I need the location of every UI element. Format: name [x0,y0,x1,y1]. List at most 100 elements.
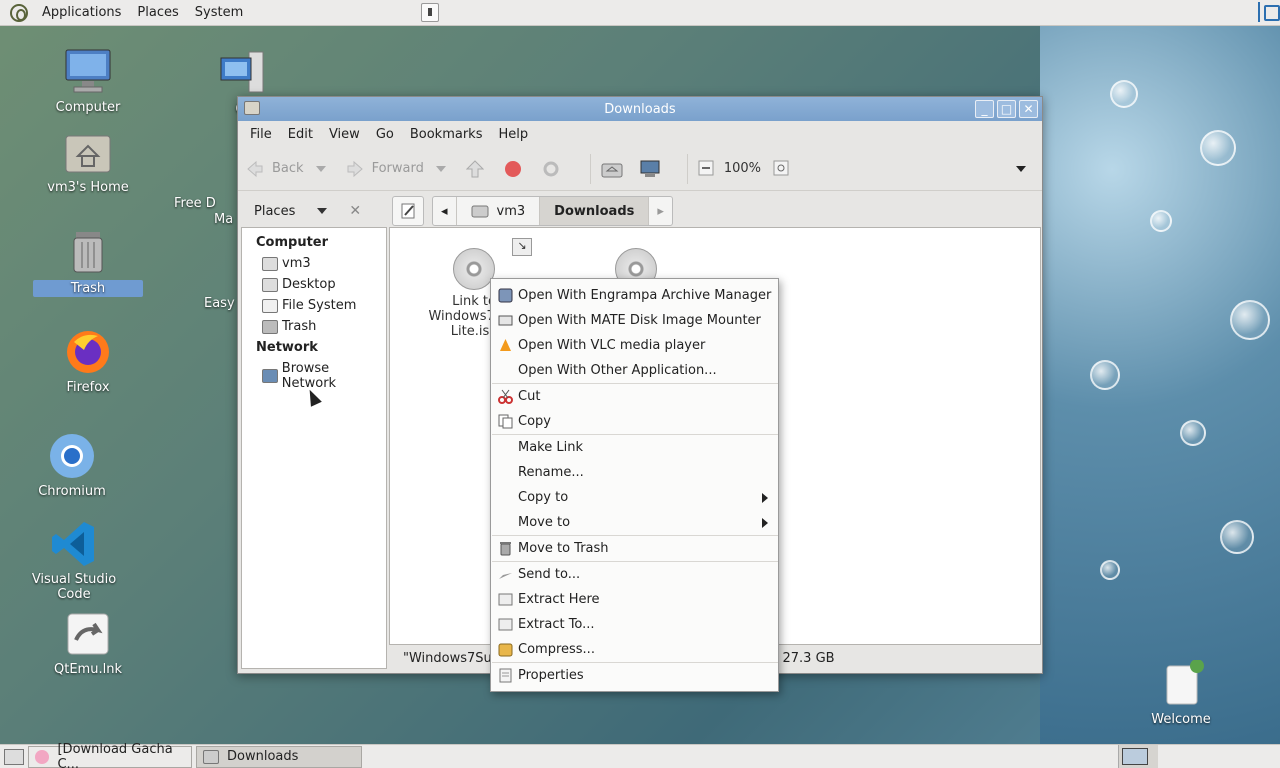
forward-button[interactable]: Forward [346,160,424,178]
welcome-icon [1157,659,1205,708]
show-desktop-icon[interactable] [4,748,24,765]
menu-item-copy-to[interactable]: Copy to [491,485,778,510]
computer-button[interactable] [639,160,665,178]
back-history-dropdown[interactable] [315,165,326,172]
properties-icon [498,668,513,683]
home-button[interactable] [601,160,627,178]
minimize-button[interactable]: _ [975,100,994,118]
menu-item-copy[interactable]: Copy [491,409,778,434]
menu-item-label: Rename... [518,465,584,480]
menu-item-open-vlc[interactable]: Open With VLC media player [491,333,778,358]
chevron-down-icon [317,208,328,214]
menu-item-rename[interactable]: Rename... [491,460,778,485]
sidebar-item-trash[interactable]: Trash [242,316,386,337]
wallpaper-bubble [1200,130,1236,166]
stop-button[interactable] [504,160,530,178]
sidebar-places-selector[interactable]: Places ✕ [238,203,386,219]
desktop-icon-home[interactable]: vm3's Home [33,128,143,195]
breadcrumb-right-arrow[interactable]: ▸ [649,197,672,225]
menu-item-properties[interactable]: Properties [491,663,778,688]
up-button[interactable] [465,159,492,178]
sidebar-item-desktop[interactable]: Desktop [242,274,386,295]
window-titlebar[interactable]: Downloads _ □ ✕ [238,97,1042,121]
mate-logo-icon[interactable] [10,3,28,22]
taskbar-item-browser[interactable]: [Download Gacha C... [28,742,192,768]
menu-item-extract-to[interactable]: Extract To... [491,612,778,637]
menu-item-label: Open With VLC media player [518,338,706,353]
chromium-icon [48,432,96,480]
home-folder-icon [262,256,278,271]
network-icon [262,369,278,383]
home-icon [601,160,623,178]
menu-view[interactable]: View [321,127,368,142]
desktop-icon-computer[interactable]: Computer [33,48,143,115]
back-button[interactable]: Back [246,160,304,178]
breadcrumb-left-arrow[interactable]: ◂ [433,197,457,225]
zoom-level: 100% [723,161,762,176]
menu-item-cut[interactable]: Cut [491,384,778,409]
zoom-out-button[interactable]: 100% [698,160,761,178]
desktop-icon-free-d[interactable]: Free D [174,196,236,211]
reload-button[interactable] [542,160,568,178]
menu-item-open-disk-mounter[interactable]: Open With MATE Disk Image Mounter [491,308,778,333]
menu-item-label: Open With Engrampa Archive Manager [518,288,772,303]
maximize-button[interactable]: □ [997,100,1016,118]
desktop-icon-welcome[interactable]: Welcome [1126,659,1236,727]
menu-edit[interactable]: Edit [280,127,321,142]
menu-help[interactable]: Help [490,127,536,142]
desktop-icon-easy[interactable]: Easy [204,296,236,311]
menu-item-label: Open With MATE Disk Image Mounter [518,313,761,328]
sidebar-item-vm3[interactable]: vm3 [242,253,386,274]
close-button[interactable]: ✕ [1019,100,1038,118]
menu-item-open-engrampa[interactable]: Open With Engrampa Archive Manager [491,283,778,308]
zoom-in-button[interactable] [773,160,799,178]
close-sidebar-icon[interactable]: ✕ [349,203,361,219]
breadcrumb-downloads[interactable]: Downloads [540,197,650,225]
show-desktop-icon[interactable] [1258,2,1280,22]
toolbar-separator [686,153,688,184]
firefox-icon [64,328,112,376]
menu-item-make-link[interactable]: Make Link [491,435,778,460]
sidebar-item-file-system[interactable]: File System [242,295,386,316]
places-sidebar: Computer vm3 Desktop File System Trash N… [241,227,387,669]
menu-item-label: Properties [518,668,584,683]
menu-item-label: Copy to [518,490,569,505]
menu-item-label: Compress... [518,642,595,657]
desktop-icon-firefox[interactable]: Firefox [33,328,143,395]
desktop-icon-chromium[interactable]: Chromium [17,432,127,499]
reload-icon [542,160,560,178]
workspace-1[interactable] [1122,748,1148,765]
menu-item-move-to-trash[interactable]: Move to Trash [491,536,778,561]
copy-icon [498,414,513,429]
breadcrumb-vm3[interactable]: vm3 [457,197,541,225]
location-edit-button[interactable] [392,196,424,226]
zoom-out-icon [698,160,716,178]
menu-item-send-to[interactable]: Send to... [491,562,778,587]
menu-item-open-other[interactable]: Open With Other Application... [491,358,778,383]
desktop-icon-qtemu[interactable]: QtEmu.lnk [33,610,143,677]
desktop-icon-free-d-line2[interactable]: Ma [214,212,236,227]
menu-item-compress[interactable]: Compress... [491,637,778,662]
disc-image-icon [453,248,495,290]
desktop-icon-label: Firefox [66,380,110,395]
forward-history-dropdown[interactable] [435,165,446,172]
menu-bookmarks[interactable]: Bookmarks [402,127,491,142]
taskbar-item-downloads[interactable]: Downloads [196,745,362,768]
places-menu[interactable]: Places [129,0,186,26]
trash-icon [64,228,112,276]
toolbar-overflow-dropdown[interactable] [1016,165,1026,172]
menu-file[interactable]: File [242,127,280,142]
system-menu[interactable]: System [187,0,251,26]
toolbar-separator [589,153,591,184]
menu-item-extract-here[interactable]: Extract Here [491,587,778,612]
menu-go[interactable]: Go [368,127,402,142]
menu-item-move-to[interactable]: Move to [491,510,778,535]
send-to-icon [498,567,513,582]
wallpaper-bubble [1100,560,1120,580]
desktop-icon-vscode[interactable]: Visual Studio Code [19,520,129,602]
zoom-in-icon [773,160,791,178]
status-free-space: : 27.3 GB [774,650,835,666]
applications-menu[interactable]: Applications [34,0,129,26]
desktop-icon-trash[interactable]: Trash [33,228,143,297]
panel-applet-icon[interactable] [421,3,439,22]
